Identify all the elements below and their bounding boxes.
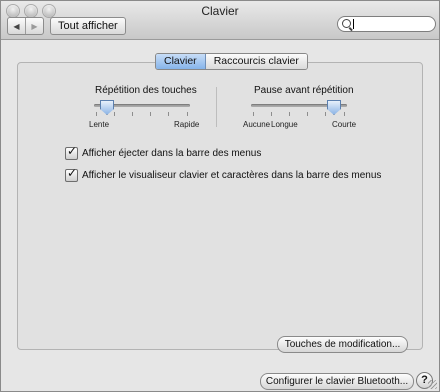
key-repeat-label: Répétition des touches bbox=[95, 85, 197, 96]
delay-label-courte: Courte bbox=[332, 120, 357, 129]
slider-tick bbox=[150, 112, 151, 116]
tab-raccourcis-clavier[interactable]: Raccourcis clavier bbox=[205, 54, 307, 69]
tab-bar: Clavier Raccourcis clavier bbox=[155, 53, 308, 70]
slider-tick bbox=[114, 112, 115, 116]
show-all-button[interactable]: Tout afficher bbox=[50, 17, 126, 35]
slider-tick bbox=[271, 112, 272, 116]
show-keyboard-viewer-checkbox[interactable] bbox=[65, 166, 78, 182]
slider-tick bbox=[187, 112, 188, 116]
slider-tick bbox=[96, 112, 97, 116]
slider-tick bbox=[132, 112, 133, 116]
key-repeat-min-label: Lente bbox=[89, 120, 110, 129]
delay-label-longue: Longue bbox=[271, 120, 298, 129]
keyboard-settings-panel bbox=[17, 62, 423, 350]
section-divider bbox=[216, 87, 217, 127]
search-input[interactable] bbox=[337, 16, 436, 32]
slider-tick bbox=[253, 112, 254, 116]
modifier-keys-button[interactable]: Touches de modification... bbox=[277, 336, 408, 353]
slider-tick bbox=[325, 112, 326, 116]
show-keyboard-viewer-checkbox-row[interactable]: Afficher le visualiseur clavier et carac… bbox=[65, 166, 382, 182]
preferences-window: Clavier ◀ ▶ Tout afficher Clavier Raccou… bbox=[0, 0, 440, 392]
show-eject-checkbox[interactable] bbox=[65, 144, 78, 160]
key-repeat-max-label: Rapide bbox=[174, 120, 200, 129]
show-eject-checkbox-row[interactable]: Afficher éjecter dans la barre des menus bbox=[65, 144, 262, 160]
slider-tick bbox=[344, 112, 345, 116]
delay-until-repeat-label: Pause avant répétition bbox=[254, 85, 354, 96]
tab-clavier[interactable]: Clavier bbox=[156, 54, 206, 69]
back-arrow-icon[interactable]: ◀ bbox=[8, 18, 25, 34]
text-cursor bbox=[353, 19, 354, 29]
nav-button-group: ◀ ▶ bbox=[7, 17, 44, 35]
show-eject-label: Afficher éjecter dans la barre des menus bbox=[82, 148, 262, 159]
resize-grip[interactable] bbox=[428, 380, 437, 389]
title-bar: Clavier ◀ ▶ Tout afficher bbox=[1, 1, 439, 40]
delay-label-aucune: Aucune bbox=[243, 120, 271, 129]
configure-bluetooth-keyboard-button[interactable]: Configurer le clavier Bluetooth... bbox=[260, 373, 414, 390]
search-icon bbox=[342, 19, 351, 28]
show-keyboard-viewer-label: Afficher le visualiseur clavier et carac… bbox=[82, 170, 382, 181]
slider-tick bbox=[307, 112, 308, 116]
forward-arrow-icon[interactable]: ▶ bbox=[25, 18, 43, 34]
slider-tick bbox=[289, 112, 290, 116]
slider-tick bbox=[168, 112, 169, 116]
